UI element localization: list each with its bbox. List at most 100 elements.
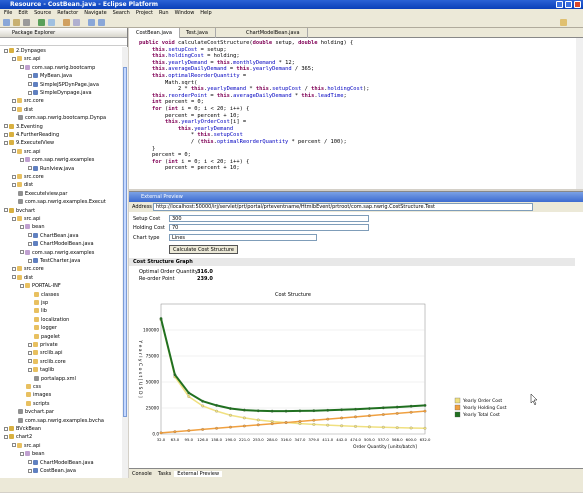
tree-item[interactable]: portalapp.xml [28,375,76,383]
maximize-icon[interactable] [565,1,572,8]
setup-cost-input[interactable]: 300 [169,215,369,222]
menu-search[interactable]: Search [113,10,130,16]
expand-toggle-icon[interactable] [28,90,32,95]
code-text[interactable]: public void calculateCostStructure(doubl… [139,40,574,172]
tree-scrollbar-thumb[interactable] [123,67,127,417]
expand-toggle-icon[interactable] [28,460,32,465]
expand-toggle-icon[interactable] [12,266,16,271]
debug-icon[interactable] [48,19,55,26]
tree-item[interactable]: dist [12,106,33,114]
tree-item[interactable]: com.sap.nwrig.examples.bvcha [12,417,104,425]
tree-item[interactable]: dist [12,274,33,282]
menu-navigate[interactable]: Navigate [84,10,106,16]
expand-toggle-icon[interactable] [12,149,16,154]
tree-item[interactable]: com.sap.nwrig.examples [20,249,94,257]
expand-toggle-icon[interactable] [20,157,24,162]
tree-item[interactable]: private [28,341,58,349]
expand-toggle-icon[interactable] [20,250,24,255]
tree-item[interactable]: 4.FurtherReading [4,131,59,139]
expand-toggle-icon[interactable] [20,451,24,456]
tree-scrollbar[interactable] [122,47,128,480]
expand-toggle-icon[interactable] [12,107,16,112]
menu-window[interactable]: Window [175,10,195,16]
expand-toggle-icon[interactable] [4,140,8,145]
expand-toggle-icon[interactable] [4,48,8,53]
search-icon[interactable] [73,19,80,26]
tree-item[interactable]: src.api [12,442,41,450]
expand-toggle-icon[interactable] [28,367,32,372]
menu-source[interactable]: Source [34,10,51,16]
expand-toggle-icon[interactable] [4,208,8,213]
tree-item[interactable]: bvchart [4,207,35,215]
tree-item[interactable]: CostBean.java [28,467,76,475]
expand-toggle-icon[interactable] [12,182,16,187]
expand-toggle-icon[interactable] [20,283,24,288]
perspective-icon[interactable] [560,19,567,26]
expand-toggle-icon[interactable] [20,224,24,229]
expand-toggle-icon[interactable] [28,82,32,87]
tab-external-preview[interactable]: External Preview [174,471,223,477]
tree-item[interactable]: 9.ExecuteIView [4,139,54,147]
tree-item[interactable]: chart2 [4,433,32,441]
tree-item[interactable]: 3.Eventing [4,123,43,131]
expand-toggle-icon[interactable] [4,132,8,137]
run-icon[interactable] [38,19,45,26]
tree-item[interactable]: TestCharter.java [28,257,80,265]
tree-item[interactable]: src.core [12,265,44,273]
expand-toggle-icon[interactable] [28,359,32,364]
menu-file[interactable]: File [4,10,12,16]
tree-item[interactable]: SimpleJSPDynPage.java [28,81,99,89]
tree-item[interactable]: src.core [12,173,44,181]
tree-item[interactable]: jsp [28,299,48,307]
holding-cost-input[interactable]: 70 [169,224,369,231]
expand-toggle-icon[interactable] [12,443,16,448]
tab-console[interactable]: Console [129,471,155,477]
tree-item[interactable]: ExecuteIview.par [12,190,67,198]
save-icon[interactable] [13,19,20,26]
expand-toggle-icon[interactable] [20,65,24,70]
editor-tab[interactable]: Test.java [179,28,216,38]
tree-item[interactable]: ChartModelBean.java [28,459,94,467]
calculate-cost-structure-button[interactable]: Calculate Cost Structure [169,245,238,254]
expand-toggle-icon[interactable] [28,350,32,355]
expand-toggle-icon[interactable] [12,216,16,221]
tree-item[interactable]: bvchart.par [12,408,54,416]
expand-toggle-icon[interactable] [28,241,32,246]
tree-item[interactable]: localization [28,316,69,324]
tree-item[interactable]: dist [12,181,33,189]
tree-item[interactable]: pagelet [28,333,60,341]
tab-tasks[interactable]: Tasks [155,471,174,477]
open-type-icon[interactable] [63,19,70,26]
expand-toggle-icon[interactable] [28,258,32,263]
tree-item[interactable]: src.api [12,148,41,156]
print-icon[interactable] [23,19,30,26]
menu-edit[interactable]: Edit [18,10,28,16]
expand-toggle-icon[interactable] [4,434,8,439]
tree-item[interactable]: ChartBean.java [28,232,79,240]
tree-item[interactable]: src.core [12,97,44,105]
expand-toggle-icon[interactable] [28,342,32,347]
tree-item[interactable]: logger [28,324,57,332]
tree-item[interactable]: com.sap.nwrig.examples [20,156,94,164]
tree-item[interactable]: com.sap.nwrig.examples.Execut [12,198,106,206]
editor-tab[interactable]: CostBean.java [129,28,180,38]
tree-item[interactable]: classes [28,291,59,299]
tree-item[interactable]: ChartModelBean.java [28,240,94,248]
expand-toggle-icon[interactable] [4,124,8,129]
expand-toggle-icon[interactable] [28,73,32,78]
code-editor[interactable]: CostBean.java Test.java ChartModelBean.jav… [129,28,583,189]
menu-run[interactable]: Run [159,10,169,16]
expand-toggle-icon[interactable] [12,56,16,61]
tree-item[interactable]: src.api [12,55,41,63]
editor-tab[interactable]: ChartModelBean.java [239,28,308,38]
tree-item[interactable]: taglib [28,366,54,374]
editor-scrollbar[interactable] [576,38,583,189]
back-icon[interactable] [88,19,95,26]
expand-toggle-icon[interactable] [28,166,32,171]
expand-toggle-icon[interactable] [28,468,32,473]
tree-item[interactable]: com.sap.nwrig.bootcamp [20,64,95,72]
close-icon[interactable] [574,1,581,8]
tree-item[interactable]: images [20,391,51,399]
expand-toggle-icon[interactable] [28,233,32,238]
tree-item[interactable]: SimpleDynpage.java [28,89,92,97]
